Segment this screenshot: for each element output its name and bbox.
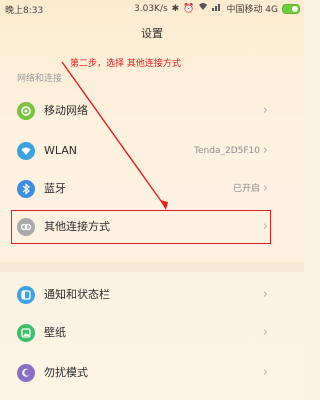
annotation-arrow xyxy=(61,61,168,210)
settings-screen: 晚上8:33 3.03K/s ✱ ⏰ 中国移动 4G 设置 第二步，选择 其他连… xyxy=(0,0,304,400)
